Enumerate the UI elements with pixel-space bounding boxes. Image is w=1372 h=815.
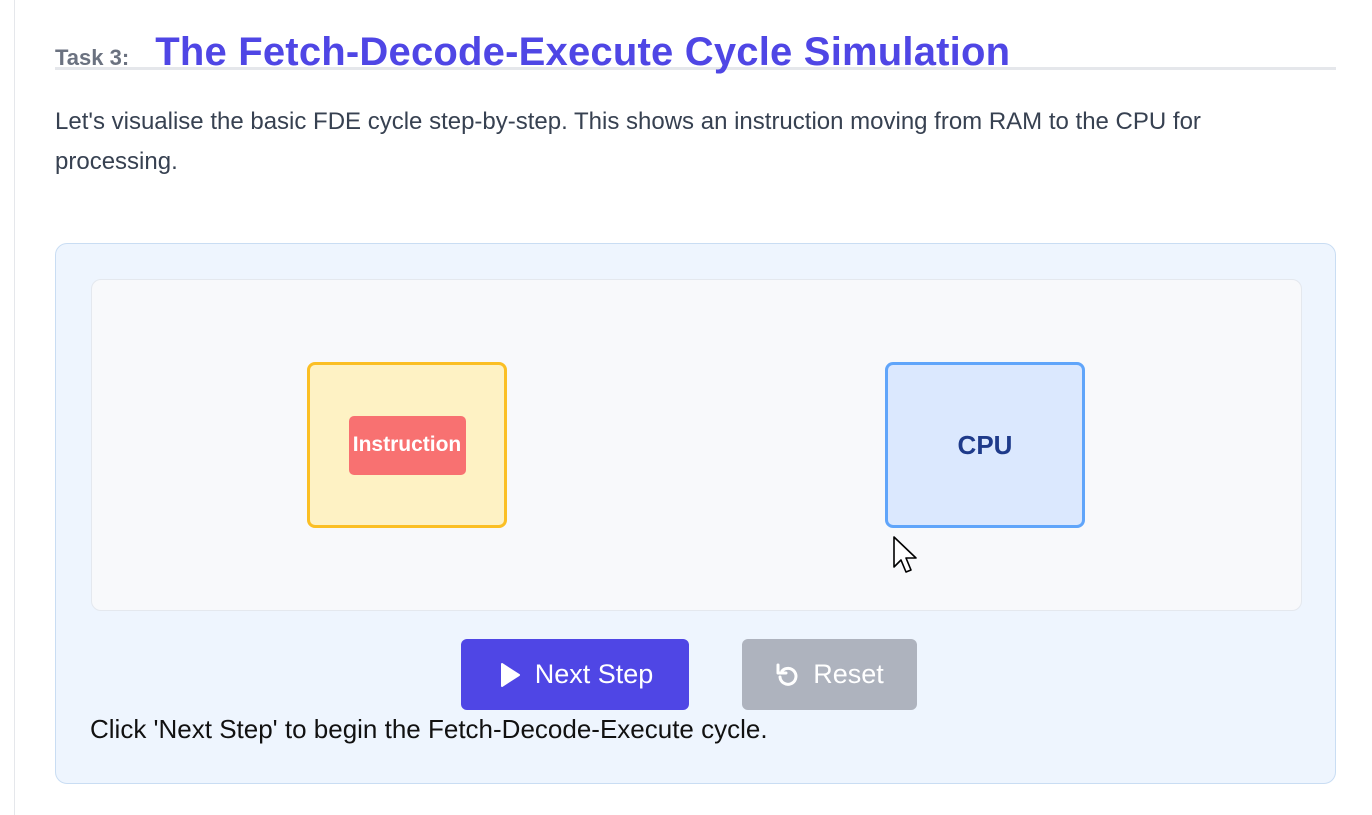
page-title: The Fetch-Decode-Execute Cycle Simulatio… [155,30,1011,74]
simulation-controls: Next Step Reset [461,639,917,710]
instruction-block: Instruction [348,415,466,475]
intro-paragraph: Let's visualise the basic FDE cycle step… [55,108,1201,175]
left-divider [14,0,15,815]
task-section: Task 3: The Fetch-Decode-Execute Cycle S… [55,0,1336,784]
task-heading: Task 3: The Fetch-Decode-Execute Cycle S… [55,0,1336,74]
task-number-label: Task 3: [55,45,130,70]
page: Task 3: The Fetch-Decode-Execute Cycle S… [0,0,1372,815]
reset-label: Reset [813,659,884,689]
undo-icon [775,662,801,688]
next-step-label: Next Step [534,659,654,689]
cpu-box: CPU [885,362,1085,528]
mouse-pointer-icon [893,536,917,573]
cpu-label: CPU [957,429,1013,460]
next-step-button[interactable]: Next Step [461,639,689,710]
reset-button[interactable]: Reset [742,639,917,710]
simulation-panel: Instruction CPU Next Step Reset Click 'N… [55,243,1336,784]
status-message: Click 'Next Step' to begin the Fetch-Dec… [90,714,768,744]
ram-box: Instruction [307,362,507,528]
play-icon [497,662,523,688]
simulation-stage: Instruction CPU [91,279,1302,611]
